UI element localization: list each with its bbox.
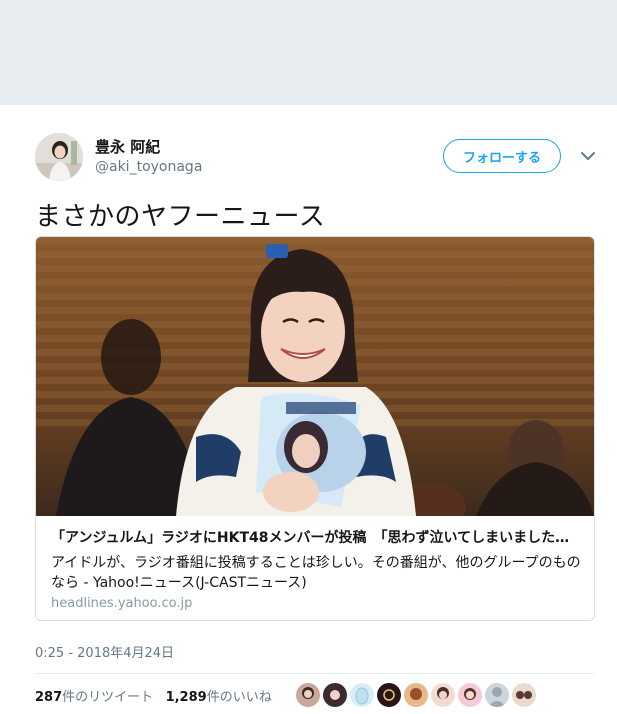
- card-title: 「アンジュルム」ラジオにHKT48メンバーが投稿 「思わず泣いてしまいました…: [51, 530, 570, 546]
- liker-avatar[interactable]: [485, 683, 509, 707]
- like-label: 件のいいね: [206, 690, 272, 705]
- avatar[interactable]: [35, 133, 83, 181]
- card-image: [36, 237, 594, 516]
- liker-avatar[interactable]: [350, 683, 374, 707]
- liker-avatars: [296, 683, 536, 707]
- display-name[interactable]: 豊永 阿紀: [95, 136, 160, 157]
- tweet-stats: 287件のリツイート 1,289件のいいね: [35, 686, 272, 705]
- card-domain: headlines.yahoo.co.jp: [51, 596, 193, 611]
- chevron-down-icon[interactable]: [578, 148, 598, 164]
- liker-avatar[interactable]: [377, 683, 401, 707]
- tweet-timestamp[interactable]: 0:25 - 2018年4月24日: [35, 642, 174, 661]
- page-background-band: [0, 0, 617, 105]
- liker-avatar[interactable]: [404, 683, 428, 707]
- retweet-stat[interactable]: 287件のリツイート: [35, 690, 153, 705]
- retweet-count: 287: [35, 690, 63, 705]
- follow-button[interactable]: フォローする: [443, 139, 561, 173]
- liker-avatar[interactable]: [458, 683, 482, 707]
- card-description: アイドルが、ラジオ番組に投稿することは珍しい。その番組が、他のグループのものなら…: [51, 555, 581, 591]
- retweet-label: 件のリツイート: [62, 690, 154, 705]
- divider: [35, 673, 595, 674]
- like-count: 1,289: [165, 690, 207, 705]
- liker-avatar[interactable]: [512, 683, 536, 707]
- liker-avatar[interactable]: [296, 683, 320, 707]
- link-card[interactable]: 「アンジュルム」ラジオにHKT48メンバーが投稿 「思わず泣いてしまいました… …: [35, 236, 595, 621]
- tweet-text: まさかのヤフーニュース: [35, 202, 326, 232]
- like-stat[interactable]: 1,289件のいいね: [166, 690, 272, 705]
- liker-avatar[interactable]: [431, 683, 455, 707]
- user-handle[interactable]: @aki_toyonaga: [95, 159, 202, 175]
- liker-avatar[interactable]: [323, 683, 347, 707]
